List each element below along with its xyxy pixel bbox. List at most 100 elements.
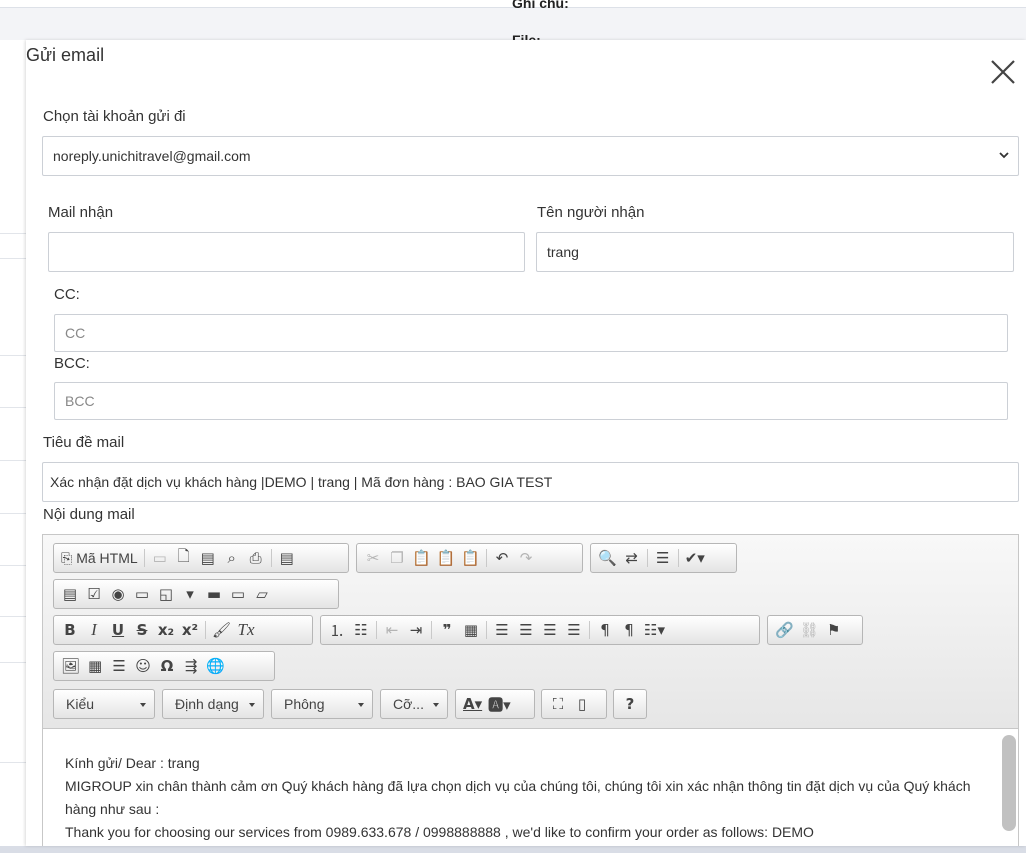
table-button[interactable]: ▦ [83,655,107,677]
cut-button[interactable]: ✂ [361,547,385,569]
text-color-button[interactable]: A▾ [460,693,485,715]
body-label: Nội dung mail [43,506,135,523]
text-field-icon: ▭ [134,585,150,603]
select-field-button[interactable]: ▾ [178,583,202,605]
indent-button[interactable]: ⇥ [404,619,428,641]
divider [0,233,28,234]
redo-button[interactable]: ↷ [514,547,538,569]
print-button[interactable]: ⎙ [244,547,268,569]
link-button[interactable]: 🔗 [772,619,797,641]
divider [205,621,206,639]
subject-input[interactable]: Xác nhận đặt dịch vụ khách hàng |DEMO | … [42,462,1019,502]
format-dropdown[interactable]: Định dạng [162,689,264,719]
save-button[interactable]: ▭ [148,547,172,569]
paste-button[interactable]: 📋 [409,547,434,569]
blockquote-button[interactable]: ❞ [435,619,459,641]
radio-icon: ◉ [111,585,125,603]
paste-text-icon: 📋 [436,549,456,567]
source-button[interactable]: ⎘ Mã HTML [58,547,141,569]
cc-input[interactable]: CC [54,314,1008,352]
editor-content[interactable]: Kính gửi/ Dear : trang MIGROUP xin chân … [43,730,1018,846]
maximize-button[interactable]: ⛶ [546,693,570,715]
rtl-button[interactable]: ¶ [617,619,641,641]
bold-button[interactable]: B [58,619,82,641]
new-page-button[interactable]: 🗋 [172,547,196,569]
rich-text-editor: ⎘ Mã HTML ▭ 🗋 ▤ ⌕ ⎙ ▤ ✂ ❐ 📋 📋 📋 ↶ ↷ 🔍 ⇄ … [42,534,1019,846]
italic-button[interactable]: I [82,619,106,641]
dropdown-arrow-icon [140,703,146,707]
button-field-button[interactable]: ▬ [202,583,226,605]
sender-account-value: noreply.unichitravel@gmail.com [53,148,251,164]
form-tool-group: ▤ ☑ ◉ ▭ ◱ ▾ ▬ ▭ ▱ [53,579,339,609]
spellcheck-button[interactable]: ✔▾ [682,547,708,569]
font-size-dropdown[interactable]: Cỡ... [380,689,448,719]
close-button[interactable] [988,57,1018,87]
export-pdf-button[interactable]: ▤ [196,547,220,569]
justify-button[interactable]: ☰ [562,619,586,641]
paste-text-button[interactable]: 📋 [434,547,459,569]
div-container-button[interactable]: ▦ [459,619,483,641]
text-field-button[interactable]: ▭ [130,583,154,605]
unlink-button[interactable]: ⛓ [797,619,822,641]
strikethrough-button[interactable]: S [130,619,154,641]
sender-account-select[interactable]: noreply.unichitravel@gmail.com [42,136,1019,176]
div-icon: ▦ [463,621,479,639]
replace-button[interactable]: ⇄ [620,547,644,569]
brush-icon: 🖌 [212,621,232,639]
checkbox-icon: ☑ [87,585,101,603]
bcc-input[interactable]: BCC [54,382,1008,420]
smiley-button[interactable]: ☺ [131,655,155,677]
source-icon: ⎘ [61,549,73,566]
align-center-button[interactable]: ☰ [514,619,538,641]
align-right-button[interactable]: ☰ [538,619,562,641]
preview-button[interactable]: ⌕ [220,547,244,569]
undo-button[interactable]: ↶ [490,547,514,569]
anchor-button[interactable]: ⚑ [822,619,846,641]
pdf-icon: ▤ [200,549,215,567]
horizontal-line-button[interactable]: ☰ [107,655,131,677]
special-char-button[interactable]: Ω [155,655,179,677]
copy-format-button[interactable]: 🖌 [209,619,234,641]
page-break-button[interactable]: ⇶ [179,655,203,677]
style-dropdown[interactable]: Kiểu [53,689,155,719]
image-button[interactable]: 🖼 [58,655,83,677]
find-button[interactable]: 🔍 [595,547,620,569]
iframe-button[interactable]: 🌐 [203,655,228,677]
background-color-button[interactable]: 🅰▾ [485,693,514,715]
help-button[interactable]: ? [618,693,642,715]
form-button[interactable]: ▤ [58,583,82,605]
numbered-list-button[interactable]: ⒈ [325,619,349,641]
select-all-button[interactable]: ☰ [651,547,675,569]
textarea-button[interactable]: ◱ [154,583,178,605]
language-button[interactable]: ☷▾ [641,619,668,641]
subscript-icon: x₂ [157,621,175,639]
subscript-button[interactable]: x₂ [154,619,178,641]
templates-icon: ▤ [279,549,294,567]
divider [143,549,145,567]
editor-scrollbar[interactable] [1002,735,1016,831]
smiley-icon: ☺ [135,657,151,675]
align-left-button[interactable]: ☰ [490,619,514,641]
recipient-name-input[interactable]: trang [536,232,1014,272]
bulleted-list-button[interactable]: ☷ [349,619,373,641]
form-icon: ▤ [62,585,78,603]
show-blocks-button[interactable]: ▯ [570,693,594,715]
radio-button[interactable]: ◉ [106,583,130,605]
superscript-button[interactable]: x² [178,619,202,641]
divider [431,621,432,639]
font-dropdown[interactable]: Phông [271,689,373,719]
align-right-icon: ☰ [543,621,557,639]
outdent-button[interactable]: ⇤ [380,619,404,641]
clipboard-tool-group: ✂ ❐ 📋 📋 📋 ↶ ↷ [356,543,583,573]
templates-button[interactable]: ▤ [275,547,299,569]
image-button-field-button[interactable]: ▭ [226,583,250,605]
remove-format-button[interactable]: Tx [234,619,258,641]
copy-button[interactable]: ❐ [385,547,409,569]
ltr-button[interactable]: ¶ [593,619,617,641]
paste-word-button[interactable]: 📋 [458,547,483,569]
horizontal-line-icon: ☰ [112,657,126,675]
hidden-field-button[interactable]: ▱ [250,583,274,605]
checkbox-button[interactable]: ☑ [82,583,106,605]
underline-button[interactable]: U [106,619,130,641]
recipient-mail-input[interactable] [48,232,525,272]
